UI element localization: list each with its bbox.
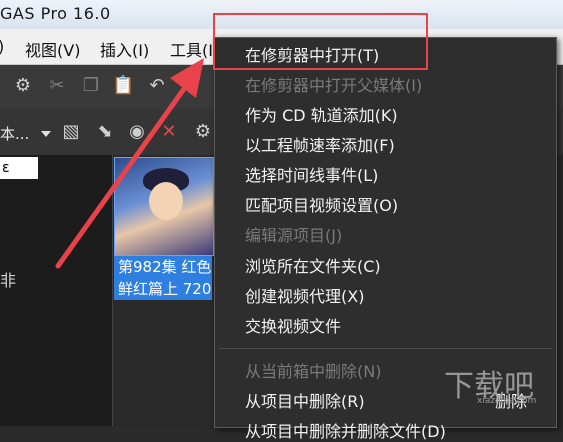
arrow-shaft xyxy=(55,83,189,269)
watermark-url: xiazaiba.com xyxy=(477,396,537,406)
watermark-logo: 下载吧 xyxy=(444,369,534,404)
arrow-head xyxy=(170,58,204,98)
